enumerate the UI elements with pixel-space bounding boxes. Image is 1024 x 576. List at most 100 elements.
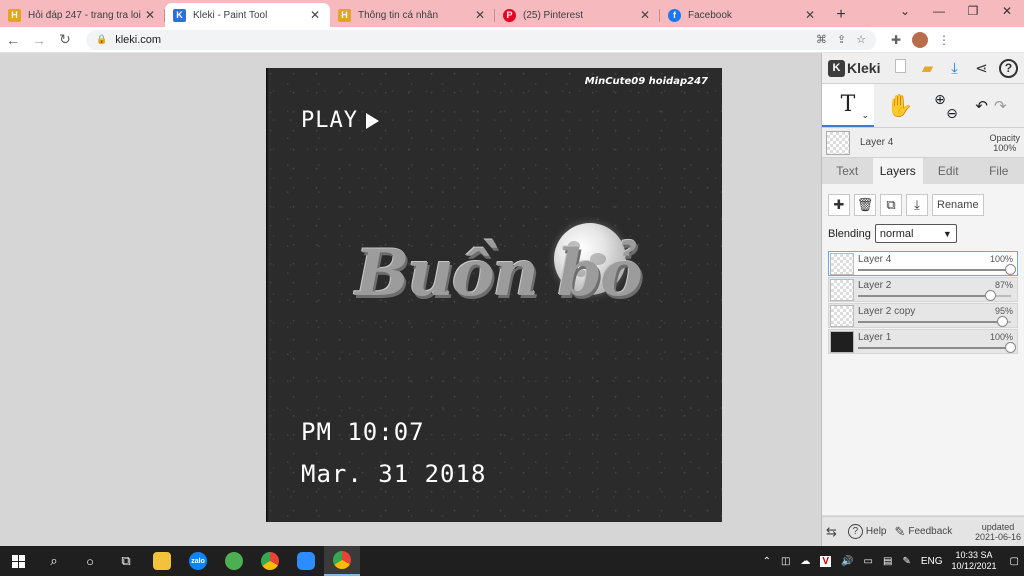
merge-layer-button[interactable]: ⤓ bbox=[906, 194, 928, 216]
extensions-puzzle-icon[interactable]: ✚ bbox=[884, 33, 908, 47]
chevron-down-icon[interactable]: ⌄ bbox=[861, 111, 869, 121]
chrome-active-icon[interactable] bbox=[324, 546, 360, 576]
slider-knob[interactable] bbox=[997, 316, 1009, 327]
pen-icon[interactable]: ✎ bbox=[902, 556, 910, 567]
reload-icon[interactable]: ↻ bbox=[52, 31, 78, 48]
battery-icon[interactable]: ▭ bbox=[864, 556, 873, 567]
close-window-icon[interactable]: ✕ bbox=[990, 0, 1024, 24]
chevron-up-icon[interactable]: ⌃ bbox=[763, 556, 771, 567]
swap-side-button[interactable]: ⇆ bbox=[826, 524, 840, 540]
share-icon[interactable]: ⇪ bbox=[837, 33, 846, 46]
back-icon[interactable]: ← bbox=[0, 32, 26, 48]
layer-item[interactable]: Layer 2 87% bbox=[828, 277, 1018, 302]
avatar[interactable] bbox=[912, 31, 928, 48]
download-icon[interactable]: ⤓ bbox=[941, 60, 968, 77]
tab-file[interactable]: File bbox=[974, 158, 1024, 184]
meet-now-icon[interactable]: ◫ bbox=[781, 556, 790, 567]
play-triangle-icon bbox=[365, 112, 379, 129]
vivaldi-icon[interactable]: V bbox=[820, 555, 832, 567]
canvas-workspace[interactable]: MinCute09 hoidap247 PLAY Buồn bỏ PM 10:0… bbox=[0, 53, 821, 546]
layer-item[interactable]: Layer 4 100% bbox=[828, 251, 1018, 276]
bookmark-star-icon[interactable]: ☆ bbox=[856, 33, 866, 46]
layer-name: Layer 1 bbox=[858, 332, 892, 343]
system-clock[interactable]: 10:33 SA 10/12/2021 bbox=[952, 550, 997, 572]
undo-redo-controls: ↶ ↷ bbox=[966, 84, 1016, 127]
coccoc-icon[interactable] bbox=[216, 546, 252, 576]
script-title-text: Buồn bỏ bbox=[355, 236, 643, 311]
rename-button[interactable]: Rename bbox=[932, 194, 984, 216]
layer-thumbnail bbox=[830, 252, 854, 275]
close-icon[interactable]: ✕ bbox=[308, 8, 322, 22]
tab-title: (25) Pinterest bbox=[523, 9, 584, 21]
system-tray: ⌃ ◫ ☁ V 🔊 ▭ ▤ ✎ ENG 10:33 SA 10/12/2021 … bbox=[758, 546, 1024, 576]
tab-text[interactable]: Text bbox=[822, 158, 873, 184]
share-icon[interactable]: ⋖ bbox=[968, 59, 995, 77]
text-tool-button[interactable]: T ⌄ bbox=[822, 84, 874, 127]
current-layer-name: Layer 4 bbox=[860, 137, 894, 148]
redo-icon[interactable]: ↷ bbox=[994, 97, 1007, 115]
chrome-icon[interactable] bbox=[252, 546, 288, 576]
layer-thumbnail bbox=[830, 278, 854, 301]
help-icon[interactable]: ? bbox=[999, 58, 1018, 78]
tab-edit[interactable]: Edit bbox=[923, 158, 974, 184]
layer-opacity-slider[interactable] bbox=[858, 342, 1016, 353]
hand-tool-button[interactable]: ✋ bbox=[874, 84, 926, 127]
tool-row: T ⌄ ✋ ⊕ ⊖ ↶ ↷ bbox=[822, 84, 1024, 128]
start-button[interactable] bbox=[0, 546, 36, 576]
layer-opacity-slider[interactable] bbox=[858, 316, 1011, 327]
volume-icon[interactable]: 🔊 bbox=[841, 556, 853, 567]
tab-title: Kleki - Paint Tool bbox=[193, 9, 268, 21]
search-icon[interactable]: ⌕ bbox=[36, 546, 72, 576]
forward-icon[interactable]: → bbox=[26, 32, 52, 48]
menu-kebab-icon[interactable]: ⋮ bbox=[932, 33, 956, 47]
delete-layer-button[interactable]: 🗑 bbox=[854, 194, 876, 216]
restore-icon[interactable]: ❐ bbox=[956, 0, 990, 24]
slider-knob[interactable] bbox=[1005, 264, 1016, 275]
layer-item[interactable]: Layer 2 copy 95% bbox=[828, 303, 1018, 328]
layer-opacity-slider[interactable] bbox=[858, 290, 1011, 301]
zoom-out-icon[interactable]: ⊖ bbox=[946, 106, 958, 120]
kleki-logo: K Kleki bbox=[828, 59, 880, 77]
close-icon[interactable]: ✕ bbox=[473, 8, 487, 22]
close-icon[interactable]: ✕ bbox=[143, 8, 157, 22]
tab-kleki[interactable]: K Kleki - Paint Tool ✕ bbox=[165, 3, 330, 27]
new-image-icon[interactable] bbox=[887, 59, 914, 77]
open-folder-icon[interactable]: ▰ bbox=[914, 59, 941, 77]
tab-layers[interactable]: Layers bbox=[872, 158, 923, 184]
tab-pinterest[interactable]: P (25) Pinterest ✕ bbox=[495, 3, 660, 27]
layer-opacity-slider[interactable] bbox=[858, 264, 1016, 275]
help-button[interactable]: ? Help bbox=[847, 524, 886, 539]
tab-thong-tin[interactable]: H Thông tin cá nhân ✕ bbox=[330, 3, 495, 27]
duplicate-layer-button[interactable]: ⧉ bbox=[880, 194, 902, 216]
updated-info[interactable]: updated 2021-06-16 bbox=[975, 522, 1021, 542]
close-icon[interactable]: ✕ bbox=[638, 8, 652, 22]
close-icon[interactable]: ✕ bbox=[803, 8, 817, 22]
tab-hoidap247[interactable]: H Hỏi đáp 247 - trang tra loi ✕ bbox=[0, 3, 165, 27]
translate-icon[interactable]: ⌘ bbox=[816, 33, 827, 46]
tab-facebook[interactable]: f Facebook ✕ bbox=[660, 3, 825, 27]
layer-name: Layer 4 bbox=[858, 254, 892, 265]
language-indicator[interactable]: ENG bbox=[921, 556, 943, 567]
slider-knob[interactable] bbox=[985, 290, 997, 301]
blending-select[interactable]: normal ▼ bbox=[874, 224, 957, 243]
zalo-icon[interactable]: zalo bbox=[180, 546, 216, 576]
network-icon[interactable]: ▤ bbox=[883, 556, 892, 567]
cortana-icon[interactable]: ○ bbox=[72, 546, 108, 576]
file-explorer-icon[interactable] bbox=[144, 546, 180, 576]
minimize-icon[interactable]: — bbox=[922, 0, 956, 24]
layer-item[interactable]: Layer 1 100% bbox=[828, 329, 1018, 354]
slider-knob[interactable] bbox=[1005, 342, 1016, 353]
undo-icon[interactable]: ↶ bbox=[975, 97, 988, 115]
zoom-app-icon[interactable] bbox=[288, 546, 324, 576]
tab-search-icon[interactable]: ⌄ bbox=[888, 0, 922, 24]
zoom-in-icon[interactable]: ⊕ bbox=[934, 92, 946, 106]
feedback-button[interactable]: ✎ Feedback bbox=[894, 524, 952, 540]
lock-icon[interactable]: 🔒 bbox=[96, 34, 107, 45]
address-bar[interactable]: 🔒 kleki.com ⌘ ⇪ ☆ bbox=[86, 29, 876, 50]
drawing-canvas[interactable]: MinCute09 hoidap247 PLAY Buồn bỏ PM 10:0… bbox=[266, 68, 722, 522]
new-tab-button[interactable]: + bbox=[829, 3, 853, 27]
task-view-icon[interactable]: ⧉ bbox=[108, 546, 144, 576]
notifications-icon[interactable]: ▢ bbox=[1010, 556, 1019, 567]
add-layer-button[interactable]: ✚ bbox=[828, 194, 850, 216]
onedrive-cloud-icon[interactable]: ☁ bbox=[800, 556, 810, 567]
